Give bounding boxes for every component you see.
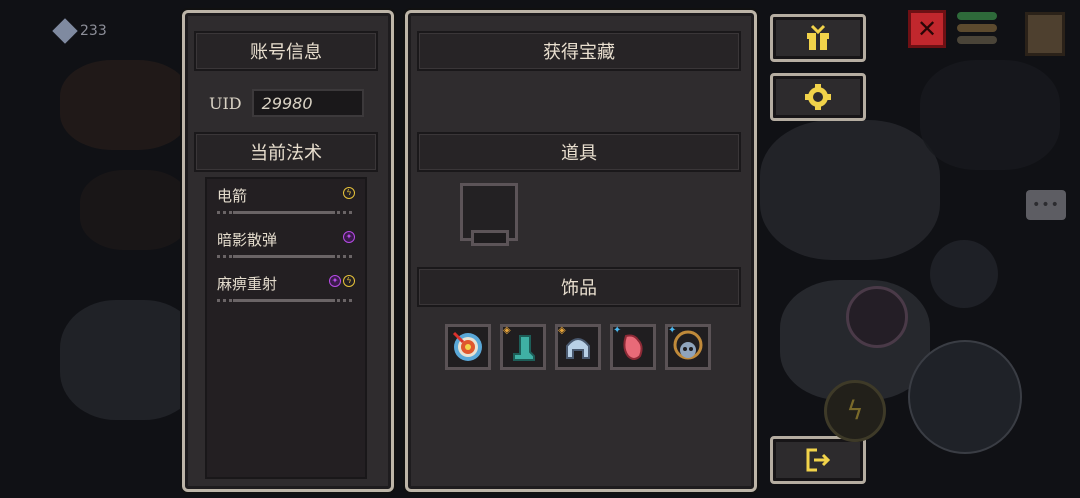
divider (217, 211, 355, 214)
accessory-slot[interactable]: ◈ (555, 324, 601, 370)
accessory-slot[interactable]: ✦ (610, 324, 656, 370)
gem-icon (52, 18, 78, 44)
spell-item[interactable]: 电箭 ϟ (217, 185, 355, 214)
coin-counter: 233 (52, 18, 107, 44)
sparkle-badge-icon: ✦ (613, 325, 622, 336)
gift-icon (807, 24, 829, 50)
target-icon (452, 331, 482, 361)
status-bar (957, 12, 997, 20)
divider (217, 255, 355, 258)
sparkle-badge-icon: ✦ (668, 325, 677, 336)
spell-badges: ✦ ϟ (329, 275, 355, 287)
account-panel: 账号信息 UID 29980 当前法术 电箭 ϟ 暗影散弹 ✦ 麻痹重射 ✦ ϟ (182, 10, 394, 492)
spell-item[interactable]: 麻痹重射 ✦ ϟ (217, 273, 355, 302)
item-slot-empty[interactable] (460, 183, 518, 246)
spell-badges: ✦ (343, 231, 355, 243)
shadow-skill-button[interactable] (846, 286, 908, 348)
spells-title: 当前法术 (194, 132, 378, 172)
shadow-element-icon: ✦ (329, 275, 341, 287)
spell-name: 麻痹重射 (217, 275, 278, 293)
uid-field[interactable]: 29980 (251, 89, 364, 117)
account-title: 账号信息 (194, 31, 378, 71)
spell-badges: ϟ (343, 187, 355, 199)
accessory-slot[interactable]: ✦ (665, 324, 711, 370)
item-slot-notch (471, 230, 509, 246)
accessory-row: ◈ ◈ ✦ ✦ (445, 324, 711, 370)
divider (217, 299, 355, 302)
coin-count: 233 (80, 23, 107, 39)
lightning-element-icon: ϟ (343, 187, 355, 199)
uid-row: UID 29980 (209, 89, 364, 117)
accessory-slot[interactable] (445, 324, 491, 370)
attack-joystick[interactable] (908, 340, 1022, 454)
status-bar (957, 24, 997, 32)
shield-badge-icon: ◈ (558, 325, 566, 336)
lightning-skill-icon[interactable]: ϟ (824, 380, 886, 442)
book-icon[interactable] (1025, 12, 1065, 56)
gift-button[interactable] (770, 14, 866, 62)
spell-item[interactable]: 暗影散弹 ✦ (217, 229, 355, 258)
uid-label: UID (209, 93, 242, 113)
spell-list: 电箭 ϟ 暗影散弹 ✦ 麻痹重射 ✦ ϟ (205, 177, 367, 479)
boot-icon (513, 335, 535, 361)
status-bar (957, 36, 997, 44)
joystick-small[interactable] (930, 240, 998, 308)
settings-button[interactable] (770, 73, 866, 121)
exit-icon (806, 448, 831, 472)
status-bars (957, 12, 997, 44)
treasure-panel: 获得宝藏 道具 饰品 ◈ ◈ ✦ ✦ (405, 10, 757, 492)
exit-button[interactable] (770, 436, 866, 484)
shield-badge-icon: ◈ (503, 325, 511, 336)
helmet-icon (566, 338, 590, 359)
lightning-element-icon: ϟ (343, 275, 355, 287)
shadow-element-icon: ✦ (343, 231, 355, 243)
gear-icon (805, 84, 831, 110)
accessories-title: 饰品 (417, 267, 741, 307)
treasure-title: 获得宝藏 (417, 31, 741, 71)
items-title: 道具 (417, 132, 741, 172)
spell-name: 电箭 (217, 187, 248, 205)
accessory-slot[interactable]: ◈ (500, 324, 546, 370)
close-status-icon[interactable]: ✕ (908, 10, 946, 48)
chat-icon[interactable]: ••• (1026, 190, 1066, 220)
spell-name: 暗影散弹 (217, 231, 278, 249)
